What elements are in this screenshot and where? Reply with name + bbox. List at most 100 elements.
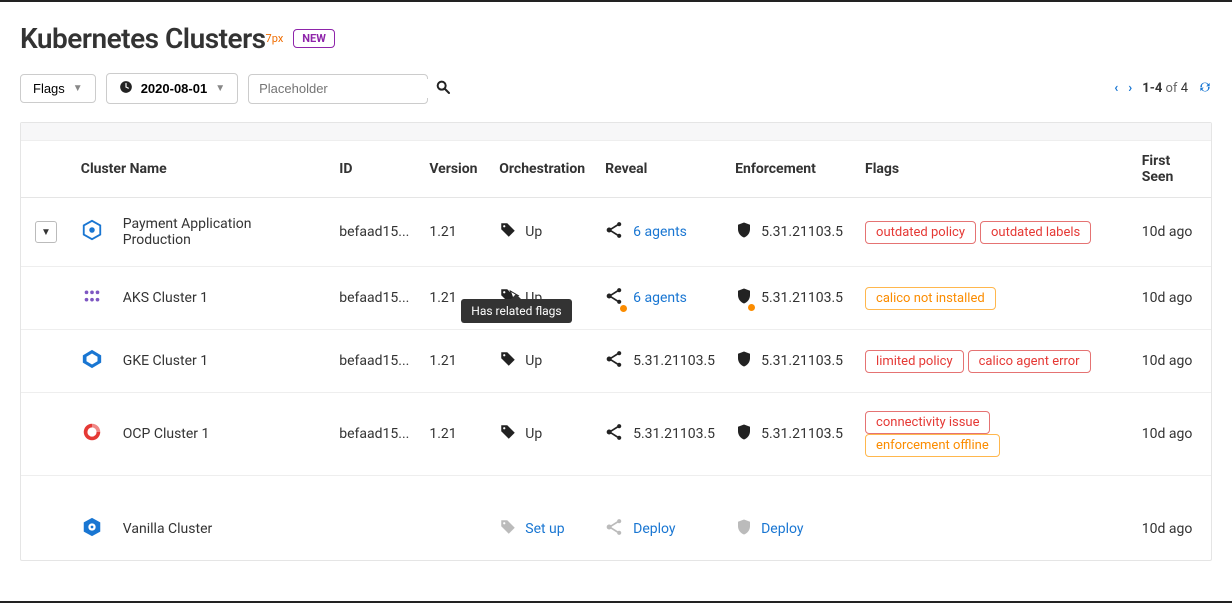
- col-cluster-name[interactable]: Cluster Name: [71, 141, 329, 198]
- enforcement-value: 5.31.21103.5: [761, 224, 843, 240]
- flag-badge[interactable]: outdated policy: [865, 221, 976, 244]
- shield-icon: [735, 518, 753, 540]
- pager-range: 1-4: [1142, 81, 1162, 96]
- graph-icon: [605, 286, 625, 310]
- search-input[interactable]: [259, 79, 435, 98]
- flags-cell: limited policycalico agent error: [855, 330, 1132, 393]
- table-row[interactable]: ▼ Payment Application Production befaad15.…: [21, 198, 1211, 267]
- pager: ‹ › 1-4 of 4: [1114, 80, 1212, 98]
- graph-icon: [605, 422, 625, 446]
- next-page[interactable]: ›: [1128, 81, 1132, 96]
- reveal-value[interactable]: 6 agents: [633, 290, 687, 306]
- cluster-type-icon: [81, 348, 103, 374]
- chevron-down-icon: ▼: [73, 83, 83, 94]
- tag-icon: [499, 423, 517, 445]
- cluster-type-icon: [81, 285, 103, 311]
- cluster-type-icon: [81, 421, 103, 447]
- cluster-version: 1.21: [419, 198, 489, 267]
- cluster-name: OCP Cluster 1: [123, 426, 210, 442]
- flag-badge[interactable]: calico agent error: [968, 350, 1091, 373]
- enforcement-value: 5.31.21103.5: [761, 426, 843, 442]
- col-orchestration[interactable]: Orchestration: [489, 141, 595, 198]
- table-row[interactable]: Vanilla Cluster Set up Deploy Deploy 10d ago: [21, 476, 1211, 561]
- shield-icon: [735, 423, 753, 445]
- reveal-value[interactable]: Deploy: [633, 521, 675, 537]
- shield-icon: [735, 221, 753, 243]
- refresh-icon[interactable]: [1198, 80, 1212, 98]
- col-enforcement[interactable]: Enforcement: [725, 141, 855, 198]
- cluster-id: [329, 476, 419, 561]
- pager-total: 4: [1181, 81, 1188, 96]
- search-wrap: [248, 74, 428, 104]
- flag-badge[interactable]: enforcement offline: [865, 434, 1000, 457]
- cluster-name: Vanilla Cluster: [123, 521, 212, 537]
- cluster-name: GKE Cluster 1: [123, 353, 208, 369]
- first-seen: 10d ago: [1132, 393, 1211, 476]
- col-flags[interactable]: Flags: [855, 141, 1132, 198]
- enforcement-value: 5.31.21103.5: [761, 353, 843, 369]
- orchestration-status: Up: [525, 353, 542, 369]
- chevron-down-icon: ▼: [215, 83, 225, 94]
- date-dropdown[interactable]: 2020-08-01 ▼: [106, 73, 238, 104]
- expand-toggle[interactable]: ▼: [35, 221, 57, 243]
- cluster-type-icon: [81, 516, 103, 542]
- flags-label: Flags: [33, 81, 65, 96]
- flag-badge[interactable]: connectivity issue: [865, 411, 990, 434]
- shield-icon: [735, 350, 753, 372]
- orchestration-status[interactable]: Set up: [525, 521, 564, 537]
- reveal-value: 5.31.21103.5: [633, 426, 715, 442]
- graph-icon: [605, 349, 625, 373]
- cluster-type-icon: [81, 219, 103, 245]
- clusters-table: Cluster Name ID Version Orchestration Re…: [21, 141, 1211, 560]
- tag-icon: [499, 518, 517, 540]
- date-label: 2020-08-01: [141, 81, 208, 96]
- cluster-version: 1.21: [419, 393, 489, 476]
- flags-cell: connectivity issueenforcement offline: [855, 393, 1132, 476]
- enforcement-value: 5.31.21103.5: [761, 290, 843, 306]
- cluster-id: befaad15...: [329, 330, 419, 393]
- cluster-name: AKS Cluster 1: [123, 290, 208, 306]
- first-seen: 10d ago: [1132, 330, 1211, 393]
- flag-badge[interactable]: calico not installed: [865, 287, 996, 310]
- col-version[interactable]: Version: [419, 141, 489, 198]
- reveal-value: 5.31.21103.5: [633, 353, 715, 369]
- pager-of: of: [1166, 81, 1178, 96]
- enforcement-value[interactable]: Deploy: [761, 521, 803, 537]
- first-seen: 10d ago: [1132, 198, 1211, 267]
- table-row[interactable]: AKS Cluster 1befaad15...1.21UpHas relate…: [21, 267, 1211, 330]
- flags-cell: calico not installed: [855, 267, 1132, 330]
- tag-icon: [499, 350, 517, 372]
- graph-icon: [605, 220, 625, 244]
- cluster-id: befaad15...: [329, 198, 419, 267]
- prev-page[interactable]: ‹: [1114, 81, 1118, 96]
- new-badge: NEW: [293, 29, 335, 48]
- shield-icon: [735, 287, 753, 309]
- tag-icon: [499, 221, 517, 243]
- search-icon[interactable]: [435, 79, 451, 99]
- reveal-value[interactable]: 6 agents: [633, 224, 687, 240]
- flags-cell: outdated policyoutdated labels: [855, 198, 1132, 267]
- col-first-seen[interactable]: First Seen: [1132, 141, 1211, 198]
- cluster-name: Payment Application Production: [123, 216, 252, 248]
- cluster-id: befaad15...: [329, 267, 419, 330]
- cluster-id: befaad15...: [329, 393, 419, 476]
- clock-icon: [119, 80, 133, 97]
- col-reveal[interactable]: Reveal: [595, 141, 725, 198]
- orchestration-status: Up: [525, 426, 542, 442]
- graph-icon: [605, 517, 625, 541]
- flag-badge[interactable]: outdated labels: [980, 221, 1091, 244]
- pixel-annotation: 7px: [266, 32, 284, 45]
- page-title: Kubernetes Clusters: [20, 22, 266, 55]
- first-seen: 10d ago: [1132, 476, 1211, 561]
- col-id[interactable]: ID: [329, 141, 419, 198]
- flags-dropdown[interactable]: Flags ▼: [20, 74, 96, 103]
- flags-cell: [855, 476, 1132, 561]
- table-row[interactable]: GKE Cluster 1 befaad15...1.21 Up 5.31.21103…: [21, 330, 1211, 393]
- orchestration-status: Up: [525, 224, 542, 240]
- cluster-version: 1.21: [419, 330, 489, 393]
- flag-badge[interactable]: limited policy: [865, 350, 964, 373]
- first-seen: 10d ago: [1132, 267, 1211, 330]
- tooltip: Has related flags: [461, 299, 571, 323]
- table-row[interactable]: OCP Cluster 1 befaad15...1.21 Up 5.31.21103…: [21, 393, 1211, 476]
- cluster-version: [419, 476, 489, 561]
